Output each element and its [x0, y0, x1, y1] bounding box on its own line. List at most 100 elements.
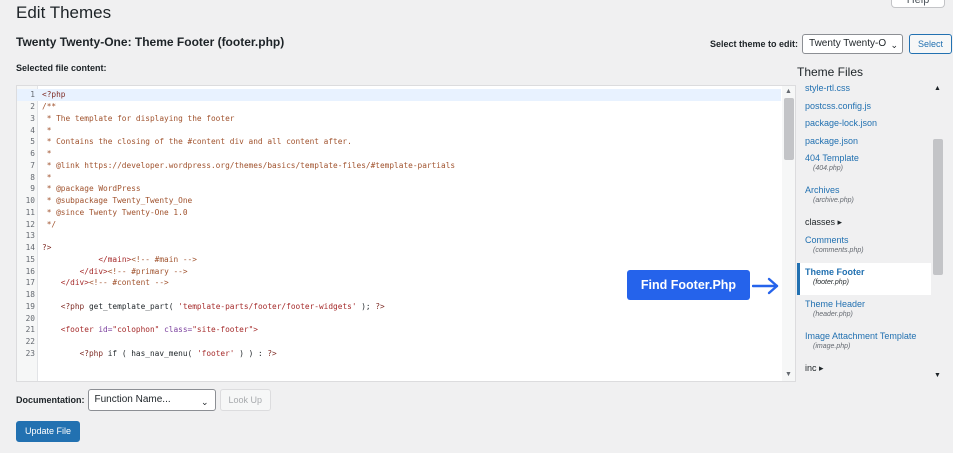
code-line[interactable]: 20	[17, 312, 781, 324]
code-token: <?php	[42, 90, 66, 100]
code-token: /**	[42, 102, 57, 112]
file-list-item[interactable]: 404 Template (404.php)	[797, 149, 931, 181]
code-editor[interactable]: 1 <?php 2 /** 3 * The template for displayin…	[16, 85, 796, 382]
file-name: classes ▸	[805, 217, 843, 227]
code-token: ?>	[375, 301, 385, 311]
line-number: 12	[25, 219, 35, 229]
code-line[interactable]: 21 <footer id="colophon" class="site-foo…	[17, 324, 781, 336]
code-token: ?>	[267, 348, 277, 358]
code-line[interactable]: 23 <?php if ( has_nav_menu( 'footer' ) )…	[17, 348, 781, 360]
selected-file-label: Selected file content:	[16, 63, 107, 73]
file-list-item[interactable]: style-rtl.css	[797, 83, 931, 97]
code-token: </div>	[79, 266, 108, 276]
file-list-item[interactable]: postcss.config.js	[797, 97, 931, 115]
editor-scrollbar[interactable]: ▲ ▼	[782, 86, 795, 381]
chevron-down-icon: ⌄	[890, 40, 899, 50]
file-folder-item[interactable]: classes ▸	[797, 213, 931, 231]
code-line[interactable]: 6 *	[17, 148, 781, 160]
line-number: 22	[25, 337, 35, 347]
files-scroll-thumb[interactable]	[933, 139, 943, 275]
scroll-down-icon[interactable]: ▼	[785, 371, 792, 378]
theme-select-value: Twenty Twenty-O	[809, 38, 887, 49]
code-token: <!-- #main -->	[131, 254, 197, 264]
file-path: (comments.php)	[813, 246, 864, 254]
code-line[interactable]: 7 * @link https://developer.wordpress.or…	[17, 160, 781, 172]
code-token: *	[42, 125, 52, 135]
code-text: *	[38, 149, 52, 159]
line-number: 2	[30, 102, 35, 112]
code-token: <footer	[60, 325, 94, 335]
file-name: style-rtl.css	[805, 83, 850, 93]
code-text: <?php if ( has_nav_menu( 'footer' ) ) : …	[38, 349, 277, 358]
file-path: (archive.php)	[813, 197, 854, 204]
code-text: * @link https://developer.wordpress.org/…	[38, 161, 455, 170]
code-line[interactable]: 19 <?php get_template_part( 'template-pa…	[17, 301, 781, 313]
code-line[interactable]: 2 /**	[17, 101, 781, 113]
select-theme-button[interactable]: Select	[909, 34, 953, 54]
code-text: *	[38, 125, 52, 135]
code-token: * @package WordPress	[42, 184, 141, 194]
line-number: 13	[25, 231, 35, 241]
code-text: /**	[38, 102, 56, 111]
line-number: 18	[25, 290, 35, 300]
code-line[interactable]: 8 *	[17, 171, 781, 183]
scroll-down-icon[interactable]: ▼	[934, 372, 941, 379]
code-token: * @subpackage Twenty_Twenty_One	[42, 196, 193, 206]
code-token: </main>	[98, 254, 132, 264]
line-number: 20	[25, 313, 35, 323]
files-scrollbar[interactable]: ▲ ▼	[931, 83, 945, 382]
file-list-item[interactable]: Image Attachment Template (image.php)	[797, 327, 931, 359]
code-token: *	[42, 149, 52, 159]
code-line[interactable]: 9 * @package WordPress	[17, 183, 781, 195]
file-path: (footer.php)	[813, 278, 849, 286]
scroll-up-icon[interactable]: ▲	[934, 85, 941, 92]
file-name: package-lock.json	[805, 118, 878, 128]
update-file-button[interactable]: Update File	[16, 421, 81, 442]
file-list-item[interactable]: Comments (comments.php)	[797, 231, 931, 263]
code-line[interactable]: 14 ?>	[17, 242, 781, 254]
code-line[interactable]: 12 */	[17, 218, 781, 230]
theme-select[interactable]: Twenty Twenty-O ⌄	[802, 34, 904, 54]
file-list-item[interactable]: Theme Footer (footer.php)	[797, 262, 931, 295]
file-path: (header.php)	[813, 310, 853, 318]
code-line[interactable]: 4 *	[17, 124, 781, 136]
code-lines: 1 <?php 2 /** 3 * The template for displayin…	[17, 89, 781, 359]
code-line[interactable]: 13	[17, 230, 781, 242]
file-list-item[interactable]: package.json	[797, 132, 931, 150]
code-line[interactable]: 22	[17, 336, 781, 348]
file-name: 404 Template	[805, 153, 859, 163]
function-name-select[interactable]: Function Name... ⌄	[87, 389, 216, 411]
code-token: ) ) :	[234, 348, 268, 358]
code-line[interactable]: 10 * @subpackage Twenty_Twenty_One	[17, 195, 781, 207]
code-line[interactable]: 5 * Contains the closing of the #content…	[17, 136, 781, 148]
line-number: 9	[30, 184, 35, 194]
line-number: 23	[25, 348, 35, 358]
file-list-item[interactable]: Archives (archive.php)	[797, 181, 931, 213]
code-line[interactable]: 3 * The template for displaying the foot…	[17, 113, 781, 125]
file-list-item[interactable]: Theme Header (header.php)	[797, 295, 931, 327]
documentation-row: Documentation: Function Name... ⌄ Look U…	[16, 389, 272, 411]
code-text: </main><!-- #main -->	[38, 255, 197, 264]
code-line[interactable]: 11 * @since Twenty Twenty-One 1.0	[17, 207, 781, 219]
look-up-button[interactable]: Look Up	[219, 389, 272, 411]
file-list-item[interactable]: package-lock.json	[797, 114, 931, 132]
page-title: Edit Themes	[16, 3, 112, 22]
scroll-up-icon[interactable]: ▲	[785, 88, 792, 95]
code-line[interactable]: 15 </main><!-- #main -->	[17, 254, 781, 266]
code-token: </div>	[60, 278, 89, 288]
file-folder-item[interactable]: inc ▸	[797, 359, 931, 377]
theme-files-list: style-rtl.css postcss.config.js package-lo…	[797, 83, 931, 376]
code-text: <?php	[38, 90, 65, 99]
line-number: 4	[30, 125, 35, 135]
help-tab[interactable]: Help	[891, 0, 945, 8]
line-number: 5	[30, 137, 35, 147]
code-text: * Contains the closing of the #content d…	[38, 137, 352, 146]
file-name: Archives	[805, 185, 840, 195]
code-line[interactable]: 1 <?php	[17, 89, 781, 101]
code-token: if ( has_nav_menu(	[103, 348, 197, 358]
editor-scroll-thumb[interactable]	[784, 98, 794, 160]
line-number: 17	[25, 278, 35, 288]
